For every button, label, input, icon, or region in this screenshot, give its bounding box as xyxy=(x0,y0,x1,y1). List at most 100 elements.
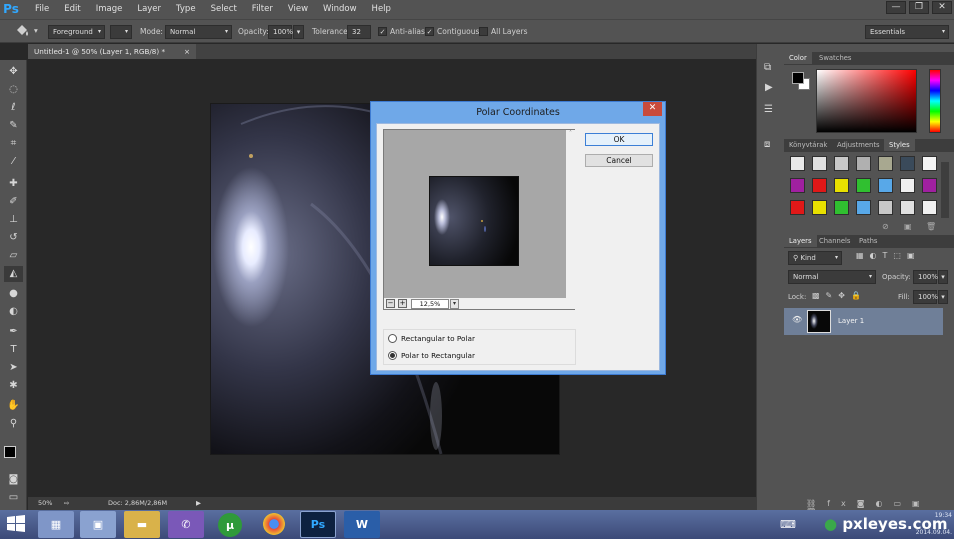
contiguous-checkbox[interactable]: ✓ xyxy=(425,27,434,36)
eraser-tool-icon[interactable]: ▱ xyxy=(4,248,23,264)
menu-layer[interactable]: Layer xyxy=(130,0,169,19)
preview-zoom-value[interactable]: 12,5% xyxy=(411,299,449,309)
dodge-tool-icon[interactable]: ◐ xyxy=(4,304,23,320)
styles-scrollbar[interactable] xyxy=(941,162,949,218)
style-swatch[interactable] xyxy=(834,200,849,215)
style-swatch[interactable] xyxy=(900,200,915,215)
brushes-panel-icon[interactable]: ⧈ xyxy=(764,139,770,150)
history-panel-icon[interactable]: ⧉ xyxy=(764,62,771,73)
document-tab-close-icon[interactable]: × xyxy=(184,44,190,59)
tab-swatches[interactable]: Swatches xyxy=(814,52,856,64)
lasso-tool-icon[interactable]: ℓ xyxy=(4,100,23,116)
style-swatch[interactable] xyxy=(900,178,915,193)
style-swatch[interactable] xyxy=(856,200,871,215)
fill-source-select[interactable]: Foreground ▾ xyxy=(48,25,105,39)
path-select-tool-icon[interactable]: ➤ xyxy=(4,360,23,376)
layer-name[interactable]: Layer 1 xyxy=(838,317,864,325)
layer-blend-mode-select[interactable]: Normal ▾ xyxy=(788,270,876,284)
style-swatch[interactable] xyxy=(856,156,871,171)
workspace-select[interactable]: Essentials ▾ xyxy=(865,25,949,39)
file-explorer-taskbar-icon[interactable]: ▬ xyxy=(124,511,160,538)
delete-style-icon[interactable]: 🗑 xyxy=(926,222,936,231)
chrome-taskbar-icon[interactable] xyxy=(263,513,285,535)
eyedropper-tool-icon[interactable]: ⁄ xyxy=(4,154,23,170)
layer-opacity-arrow-icon[interactable]: ▾ xyxy=(938,270,948,284)
clock[interactable]: 19:34 2014.09.04. xyxy=(896,512,952,536)
zoom-tool-icon[interactable]: ⚲ xyxy=(4,416,23,432)
clear-style-icon[interactable]: ⊘ xyxy=(882,222,889,231)
layer-fill-arrow-icon[interactable]: ▾ xyxy=(938,290,948,304)
paint-bucket-tool-icon[interactable]: ◭ xyxy=(4,266,23,282)
cancel-button[interactable]: Cancel xyxy=(585,154,653,167)
filter-preview[interactable]: ˄ − + 12,5% ▾ xyxy=(383,129,575,310)
tab-paths[interactable]: Paths xyxy=(854,235,882,247)
layer-fill-input[interactable]: 100% xyxy=(913,290,938,304)
shape-tool-icon[interactable]: ✱ xyxy=(4,378,23,394)
all-layers-checkbox[interactable] xyxy=(479,27,488,36)
tab-adjustments[interactable]: Adjustments xyxy=(832,139,885,151)
style-swatch[interactable] xyxy=(922,178,937,193)
preview-vertical-scrollbar[interactable]: ˄ xyxy=(566,130,575,309)
foreground-color-swatch[interactable] xyxy=(4,446,16,458)
actions-panel-icon[interactable]: ▶ xyxy=(765,82,773,93)
menu-file[interactable]: File xyxy=(28,0,57,19)
close-button[interactable]: ✕ xyxy=(932,1,952,14)
utorrent-taskbar-icon[interactable]: µ xyxy=(218,513,242,537)
layer-visibility-eye-icon[interactable]: 👁 xyxy=(792,315,802,324)
style-swatch[interactable] xyxy=(834,156,849,171)
move-tool-icon[interactable]: ✥ xyxy=(4,64,23,80)
document-tab[interactable]: Untitled-1 @ 50% (Layer 1, RGB/8) * × xyxy=(28,44,196,59)
quick-mask-icon[interactable]: ◙ xyxy=(4,472,23,488)
crop-tool-icon[interactable]: ⌗ xyxy=(4,136,23,152)
menu-select[interactable]: Select xyxy=(204,0,245,19)
minimize-button[interactable]: — xyxy=(886,1,906,14)
restore-button[interactable]: ❐ xyxy=(909,1,929,14)
hand-tool-icon[interactable]: ✋ xyxy=(4,398,23,414)
zoom-level[interactable]: 50% xyxy=(38,497,52,510)
tab-color[interactable]: Color xyxy=(784,52,812,64)
menu-edit[interactable]: Edit xyxy=(57,0,88,19)
pen-tool-icon[interactable]: ✒ xyxy=(4,324,23,340)
layer-filter-icons[interactable]: ▦◐T⬚▣ xyxy=(856,251,946,263)
menu-help[interactable]: Help xyxy=(365,0,399,19)
style-swatch[interactable] xyxy=(790,200,805,215)
photoshop-taskbar-icon[interactable]: Ps xyxy=(300,511,336,538)
menu-view[interactable]: View xyxy=(281,0,316,19)
marquee-tool-icon[interactable]: ◌ xyxy=(4,82,23,98)
zoom-out-button[interactable]: − xyxy=(386,299,395,308)
tolerance-input[interactable]: 32 xyxy=(347,25,371,39)
status-menu-arrow-icon[interactable]: ▶ xyxy=(196,497,201,510)
menu-filter[interactable]: Filter xyxy=(245,0,281,19)
menu-type[interactable]: Type xyxy=(169,0,204,19)
clone-stamp-tool-icon[interactable]: ⊥ xyxy=(4,212,23,228)
type-tool-icon[interactable]: T xyxy=(4,342,23,358)
window-taskbar-icon[interactable]: ▣ xyxy=(80,511,116,538)
style-swatch[interactable] xyxy=(790,178,805,193)
style-swatch[interactable] xyxy=(878,178,893,193)
zoom-in-button[interactable]: + xyxy=(398,299,407,308)
new-style-icon[interactable]: ▣ xyxy=(904,222,912,231)
calculator-taskbar-icon[interactable]: ▦ xyxy=(38,511,74,538)
windows-start-icon[interactable] xyxy=(4,513,28,535)
mode-select[interactable]: Normal ▾ xyxy=(165,25,232,39)
zoom-dropdown-icon[interactable]: ▾ xyxy=(450,299,459,309)
lock-icons[interactable]: ▩✎✥🔒 xyxy=(812,291,867,300)
rectangular-to-polar-radio[interactable] xyxy=(388,334,397,343)
brush-tool-icon[interactable]: ✐ xyxy=(4,194,23,210)
style-swatch[interactable] xyxy=(922,200,937,215)
color-foreground-swatch[interactable] xyxy=(792,72,804,84)
polar-to-rectangular-radio[interactable] xyxy=(388,351,397,360)
paint-bucket-icon[interactable] xyxy=(14,24,30,38)
style-swatch[interactable] xyxy=(878,156,893,171)
color-spectrum-field[interactable] xyxy=(816,69,917,133)
style-swatch[interactable] xyxy=(812,156,827,171)
hue-slider[interactable] xyxy=(929,69,941,133)
quick-select-tool-icon[interactable]: ✎ xyxy=(4,118,23,134)
keyboard-icon[interactable]: ⌨ xyxy=(780,518,796,531)
pattern-picker[interactable]: ▾ xyxy=(110,25,132,39)
ok-button[interactable]: OK xyxy=(585,133,653,146)
style-swatch[interactable] xyxy=(812,200,827,215)
style-swatch[interactable] xyxy=(922,156,937,171)
polar-to-rectangular-label[interactable]: Polar to Rectangular xyxy=(401,351,475,361)
word-taskbar-icon[interactable]: W xyxy=(344,511,380,538)
